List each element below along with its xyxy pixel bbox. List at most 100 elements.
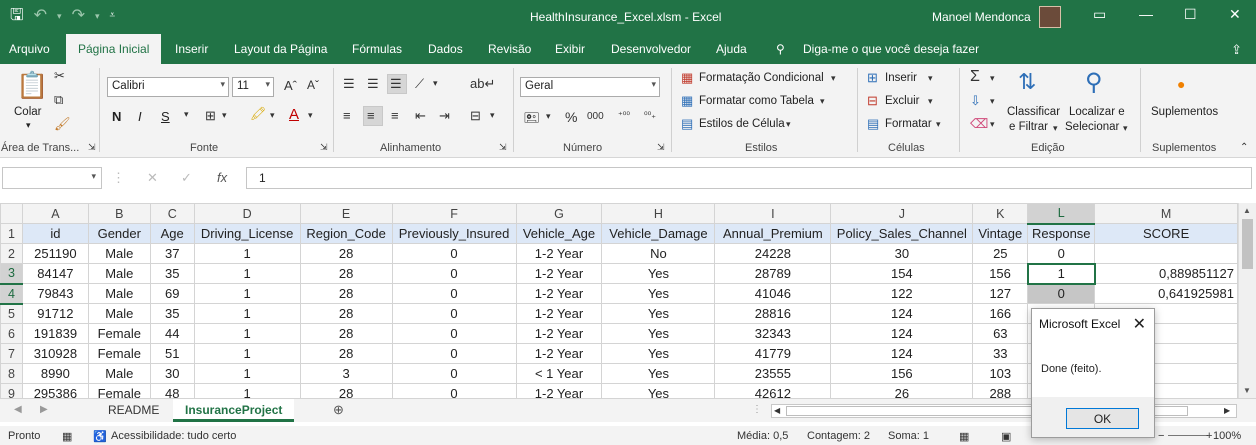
undo-icon[interactable]: ↶ [34,6,47,26]
row-header[interactable]: 8 [0,363,23,384]
tab-insert[interactable]: Inserir [175,42,208,56]
format-cells-button[interactable]: Formatar [885,118,932,130]
page-layout-view-icon[interactable]: ▣ [1001,430,1011,443]
chevron-down-icon[interactable]: ▾ [57,6,62,26]
cell[interactable]: 91712 [21,303,89,324]
accessibility-status[interactable]: Acessibilidade: tudo certo [111,430,236,442]
row-header[interactable]: 9 [0,383,23,398]
cell[interactable]: 103 [972,363,1029,384]
cell-styles-icon[interactable]: ▤ [681,116,693,132]
cell[interactable]: Age [149,223,195,244]
cell[interactable]: Vehicle_Age [515,223,603,244]
select-all-corner[interactable] [0,203,23,224]
chevron-down-icon[interactable]: ▾ [433,78,438,89]
next-sheet-icon[interactable]: ▶ [40,404,48,415]
chevron-down-icon[interactable]: ▾ [936,119,941,130]
cell[interactable]: Policy_Sales_Channel [830,223,974,244]
cell[interactable]: 3 [299,363,393,384]
chevron-down-icon[interactable]: ▾ [990,119,995,130]
chevron-down-icon[interactable]: ▾ [820,96,825,107]
close-icon[interactable]: ✕ [1229,6,1241,23]
sort-filter-button-line1[interactable]: Classificar [1007,106,1060,118]
scroll-thumb[interactable] [1242,219,1253,269]
cell[interactable]: 124 [830,323,974,344]
ok-button[interactable]: OK [1066,408,1139,429]
cell[interactable]: Male [87,303,151,324]
chevron-down-icon[interactable]: ▾ [990,73,995,84]
cell[interactable]: Previously_Insured [391,223,517,244]
chevron-down-icon[interactable]: ▾ [1123,123,1128,134]
italic-button[interactable]: I [138,109,142,124]
column-header[interactable]: D [193,203,301,224]
insert-cells-icon[interactable]: ⊞ [867,70,878,86]
cell[interactable]: 23555 [714,363,832,384]
cell[interactable]: 8990 [21,363,89,384]
cell[interactable]: 127 [972,283,1029,304]
close-icon[interactable]: ✕ [1133,314,1146,334]
cell[interactable]: 156 [972,263,1029,284]
bold-button[interactable]: N [112,109,121,124]
format-cells-icon[interactable]: ▤ [867,116,879,132]
cell[interactable]: SCORE [1094,223,1238,244]
fill-icon[interactable]: ⇩ [970,93,981,109]
row-header[interactable]: 5 [0,303,23,324]
count-status[interactable]: Contagem: 2 [807,430,870,442]
avatar[interactable] [1039,6,1061,28]
cell[interactable]: Response [1027,223,1096,244]
cell[interactable]: Yes [601,343,716,364]
format-as-table-button[interactable]: Formatar como Tabela [699,95,814,107]
tell-me-search[interactable]: Diga-me o que você deseja fazer [803,42,979,56]
cell[interactable]: 24228 [714,243,832,264]
prev-sheet-icon[interactable]: ◀ [14,404,22,415]
dialog-launcher-icon[interactable]: ⇲ [88,142,96,153]
borders-icon[interactable]: ⊞ [205,108,216,124]
cell[interactable]: 1 [193,363,301,384]
cell[interactable]: 0 [391,303,517,324]
maximize-icon[interactable]: ☐ [1184,6,1197,23]
column-header[interactable]: B [87,203,151,224]
cell[interactable]: 0 [1027,283,1096,304]
increase-indent-icon[interactable]: ⇥ [439,108,450,124]
cell[interactable]: Yes [601,283,716,304]
addins-button[interactable]: Suplementos [1151,106,1218,118]
dialog-launcher-icon[interactable]: ⇲ [657,142,665,153]
row-header[interactable]: 7 [0,343,23,364]
cell[interactable]: 124 [830,343,974,364]
cell[interactable]: 51 [149,343,195,364]
normal-view-icon[interactable]: ▦ [959,430,969,443]
font-color-icon[interactable]: A [289,106,299,123]
sum-status[interactable]: Soma: 1 [888,430,929,442]
chevron-down-icon[interactable]: ▾ [831,73,836,84]
cell[interactable]: 0,889851127 [1094,263,1238,284]
cell[interactable]: 154 [830,263,974,284]
decrease-indent-icon[interactable]: ⇤ [415,108,426,124]
cell[interactable]: Male [87,243,151,264]
underline-button[interactable]: S [161,109,170,124]
addins-icon[interactable]: ● [1177,76,1185,92]
column-header[interactable]: K [972,203,1029,224]
cell[interactable]: 44 [149,323,195,344]
cell[interactable]: 122 [830,283,974,304]
cell[interactable]: 295386 [21,383,89,398]
cell[interactable]: 30 [149,363,195,384]
tab-developer[interactable]: Desenvolvedor [611,42,691,56]
zoom-in-icon[interactable]: + [1206,430,1212,442]
chevron-down-icon[interactable]: ▾ [786,119,791,130]
row-header[interactable]: 4 [0,283,23,305]
cell[interactable]: 28 [299,283,393,304]
cancel-icon[interactable]: ✕ [147,170,158,186]
column-header[interactable]: H [601,203,716,224]
row-header[interactable]: 1 [0,223,23,244]
cell[interactable]: 41046 [714,283,832,304]
cell[interactable]: No [601,243,716,264]
sort-filter-button-line2[interactable]: e Filtrar [1009,121,1048,133]
cell[interactable]: 84147 [21,263,89,284]
cell[interactable]: 1 [193,383,301,398]
cell[interactable]: Yes [601,363,716,384]
wrap-text-icon[interactable]: ab↵ [470,76,495,92]
cell[interactable]: 35 [149,263,195,284]
cell[interactable]: 1 [1026,262,1096,285]
increase-font-icon[interactable]: Aˆ [284,78,297,93]
clear-icon[interactable]: ⌫ [970,116,988,132]
cell[interactable]: 1-2 Year [515,243,603,264]
